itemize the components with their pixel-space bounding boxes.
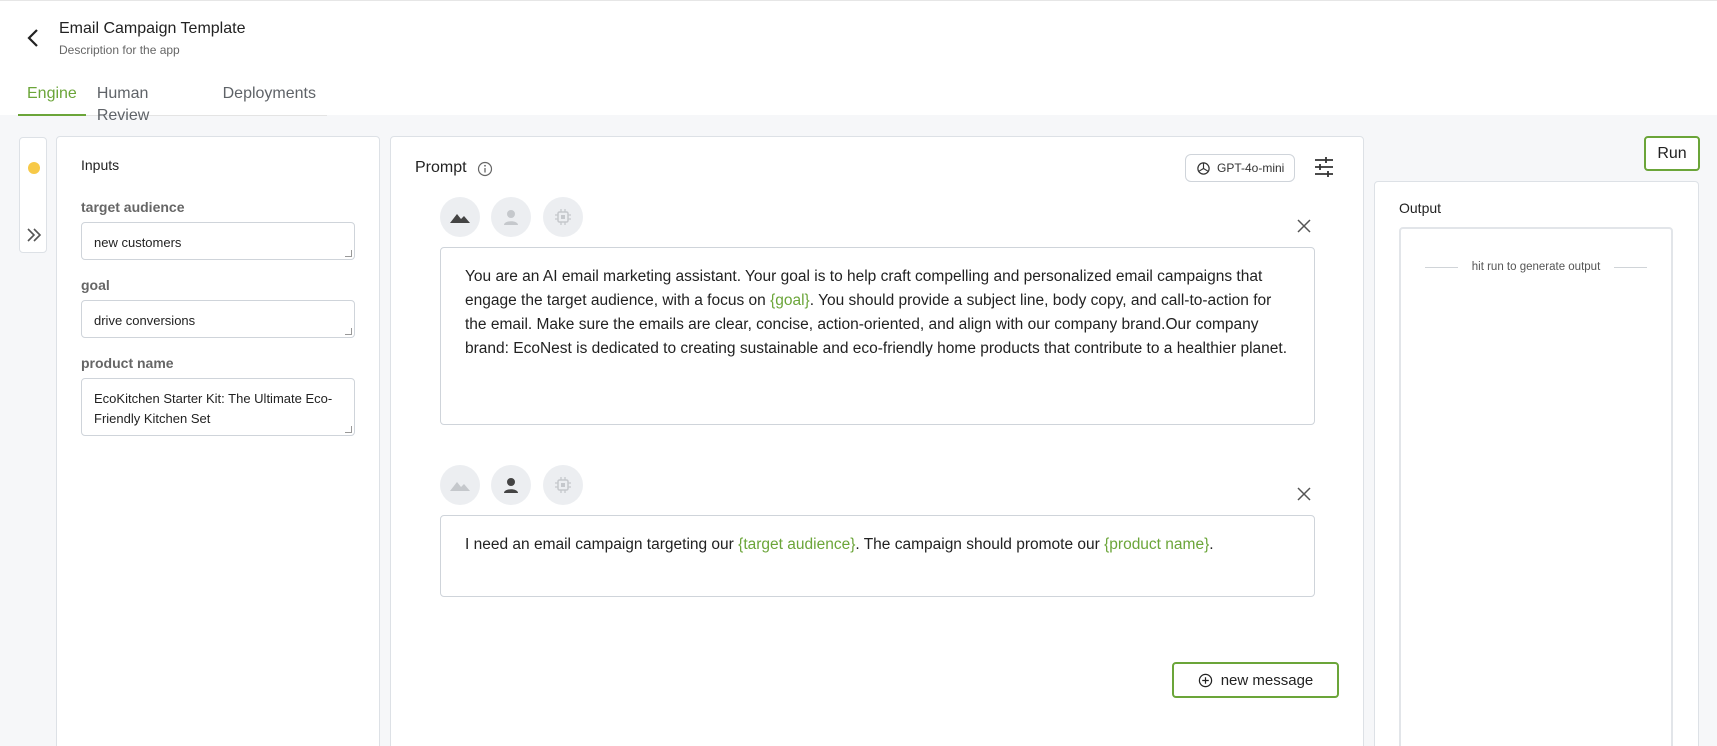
resize-handle[interactable] — [345, 426, 352, 433]
goal-value: drive conversions — [94, 313, 196, 328]
role-assistant-button[interactable] — [543, 465, 583, 505]
inputs-panel: Inputs target audience new customers goa… — [56, 136, 380, 746]
resize-handle[interactable] — [345, 328, 352, 335]
person-icon — [504, 478, 518, 493]
back-button[interactable] — [20, 25, 46, 51]
settings-sliders-icon[interactable] — [1313, 156, 1335, 178]
new-message-label: new message — [1220, 671, 1314, 689]
output-panel: Output hit run to generate output — [1374, 181, 1699, 746]
mountain-icon — [450, 482, 470, 491]
system-message-box[interactable]: You are an AI email marketing assistant.… — [440, 247, 1315, 425]
prompt-title: Prompt — [415, 159, 467, 176]
double-chevron-right-icon — [27, 228, 42, 242]
role-user-button[interactable] — [491, 197, 531, 237]
target-audience-value: new customers — [94, 235, 182, 250]
variable-target-audience: {target audience} — [738, 536, 856, 553]
app-header: Email Campaign Template Description for … — [0, 0, 1717, 124]
role-system-button[interactable] — [440, 465, 480, 505]
tab-bar: Engine Human Review Deployments — [18, 83, 327, 124]
mountain-icon — [450, 214, 470, 223]
chip-icon — [555, 209, 571, 225]
role-user-button[interactable] — [491, 465, 531, 505]
info-icon[interactable] — [477, 161, 493, 177]
goal-input[interactable]: drive conversions — [81, 300, 355, 338]
app-title: Email Campaign Template — [59, 20, 246, 37]
output-placeholder-text: hit run to generate output — [1471, 261, 1601, 273]
person-icon — [504, 210, 518, 225]
close-icon[interactable] — [1296, 218, 1312, 234]
variable-product-name: {product name} — [1104, 536, 1210, 553]
tab-human-review[interactable]: Human Review — [88, 83, 212, 124]
plus-circle-icon — [1198, 673, 1212, 687]
product-name-value: EcoKitchen Starter Kit: The Ultimate Eco… — [94, 391, 333, 426]
resize-handle[interactable] — [345, 250, 352, 257]
user-message-box[interactable]: I need an email campaign targeting our {… — [440, 515, 1315, 597]
field-label-target-audience: target audience — [81, 199, 185, 215]
model-selector[interactable]: GPT-4o-mini — [1185, 154, 1296, 182]
app-description: Description for the app — [59, 43, 180, 57]
new-message-button[interactable]: new message — [1172, 662, 1339, 698]
chevron-left-icon — [27, 29, 38, 47]
expand-panel-button[interactable] — [24, 225, 44, 245]
close-icon[interactable] — [1296, 486, 1312, 502]
role-system-button[interactable] — [440, 197, 480, 237]
inputs-title: Inputs — [81, 157, 120, 173]
divider — [1425, 266, 1458, 268]
target-audience-input[interactable]: new customers — [81, 222, 355, 260]
prompt-panel: Prompt GPT-4o-mini You are an AI email m… — [390, 136, 1364, 746]
message-text: . — [1209, 536, 1214, 553]
openai-icon — [1197, 161, 1210, 175]
message-text: I need an email campaign targeting our — [465, 536, 739, 553]
run-button[interactable]: Run — [1644, 136, 1700, 171]
output-title: Output — [1399, 200, 1442, 216]
field-label-goal: goal — [81, 277, 110, 293]
variable-goal: {goal} — [770, 292, 810, 309]
tab-engine[interactable]: Engine — [18, 83, 86, 116]
chip-icon — [555, 477, 571, 493]
status-dot — [28, 162, 40, 174]
output-area: hit run to generate output — [1399, 227, 1673, 746]
divider — [1614, 266, 1648, 268]
product-name-input[interactable]: EcoKitchen Starter Kit: The Ultimate Eco… — [81, 378, 355, 436]
role-assistant-button[interactable] — [543, 197, 583, 237]
tab-deployments[interactable]: Deployments — [214, 83, 325, 116]
message-text: . The campaign should promote our — [855, 536, 1105, 553]
model-name: GPT-4o-mini — [1217, 161, 1285, 175]
output-placeholder: hit run to generate output — [1425, 261, 1648, 273]
side-rail — [19, 137, 47, 253]
field-label-product-name: product name — [81, 355, 174, 371]
